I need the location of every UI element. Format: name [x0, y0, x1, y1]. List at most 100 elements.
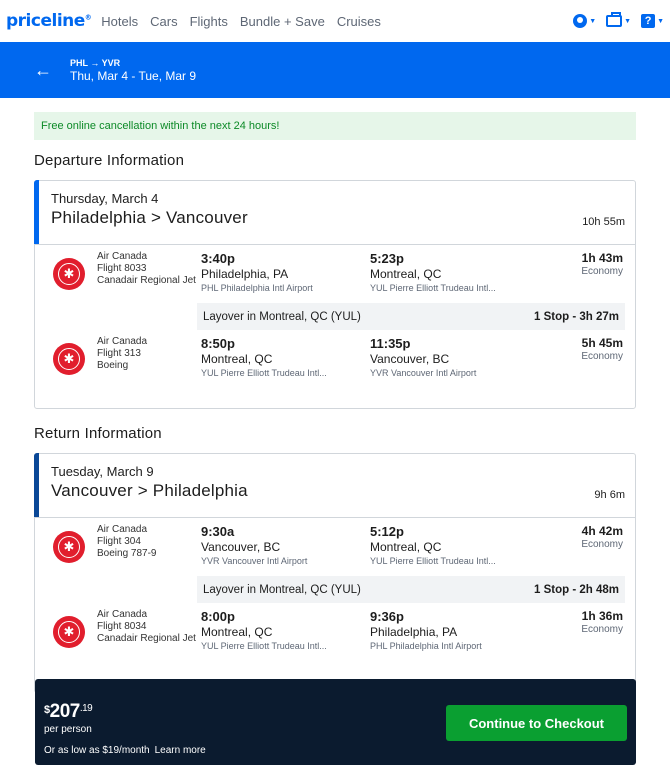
- segment-arrival: 11:35p Vancouver, BC YVR Vancouver Intl …: [370, 336, 476, 378]
- cabin-class: Economy: [581, 351, 623, 362]
- top-nav: priceline® Hotels Cars Flights Bundle + …: [0, 0, 670, 42]
- flight-segment: ✱ Air Canada Flight 313 Boeing 8:50p Mon…: [35, 330, 635, 400]
- flight-number: Flight 8033: [97, 263, 147, 274]
- departure-city: Montreal, QC: [201, 352, 273, 366]
- account-menu[interactable]: ▼: [573, 14, 596, 28]
- flight-segment: ✱ Air Canada Flight 8033 Canadair Region…: [35, 245, 635, 303]
- arrival-time: 5:12p: [370, 524, 404, 539]
- nav-right: ▼ ▼ ? ▼: [573, 12, 664, 28]
- airline-name: Air Canada: [97, 336, 148, 347]
- flight-segment: ✱ Air Canada Flight 304 Boeing 787-9 9:3…: [35, 518, 635, 576]
- arrival-city: Vancouver, BC: [370, 352, 450, 366]
- segment-duration: 1h 36m Economy: [581, 609, 623, 635]
- airline-name: Air Canada: [97, 251, 148, 262]
- cabin-class: Economy: [581, 624, 623, 635]
- nav-link-cruises[interactable]: Cruises: [337, 14, 381, 29]
- departure-title: Departure Information: [34, 152, 185, 169]
- chevron-down-icon: ▼: [589, 17, 597, 25]
- account-icon: [573, 14, 588, 28]
- departure-time: 8:50p: [201, 336, 235, 351]
- departure-cities: Philadelphia > Vancouver: [51, 208, 248, 227]
- briefcase-icon: [606, 12, 623, 27]
- return-title: Return Information: [34, 425, 162, 442]
- segment-duration-value: 1h 36m: [581, 609, 623, 623]
- return-total-duration: 9h 6m: [594, 489, 625, 501]
- segment-airline: Air Canada Flight 304 Boeing 787-9: [97, 524, 197, 560]
- nav-link-hotels[interactable]: Hotels: [101, 14, 138, 29]
- departure-airport: YVR Vancouver Intl Airport: [201, 556, 308, 566]
- back-arrow-icon[interactable]: ←: [34, 61, 52, 79]
- help-menu[interactable]: ? ▼: [641, 14, 664, 28]
- layover-stops: 1 Stop - 2h 48m: [534, 583, 619, 596]
- arrival-time: 9:36p: [370, 609, 404, 624]
- learn-more-link[interactable]: Learn more: [155, 745, 206, 756]
- segment-duration-value: 1h 43m: [581, 251, 623, 265]
- arrival-airport: PHL Philadelphia Intl Airport: [370, 641, 482, 651]
- arrival-city: Philadelphia, PA: [370, 625, 458, 639]
- arrival-city: Montreal, QC: [370, 267, 442, 281]
- trip-header: ← PHL → YVR Thu, Mar 4 - Tue, Mar 9: [0, 42, 670, 98]
- segment-duration-value: 5h 45m: [581, 336, 623, 350]
- segment-duration: 4h 42m Economy: [581, 524, 623, 550]
- continue-to-checkout-button[interactable]: Continue to Checkout: [446, 705, 627, 741]
- aircraft-type: Canadair Regional Jet: [97, 633, 196, 644]
- chevron-down-icon: ▼: [624, 17, 632, 25]
- airline-name: Air Canada: [97, 524, 148, 535]
- segment-departure: 3:40p Philadelphia, PA PHL Philadelphia …: [201, 251, 313, 293]
- arrival-time: 11:35p: [370, 336, 411, 351]
- departure-card: Thursday, March 4 Philadelphia > Vancouv…: [34, 180, 636, 409]
- segment-departure: 8:00p Montreal, QC YUL Pierre Elliott Tr…: [201, 609, 327, 651]
- checkout-bar: $207.19 per person Or as low as $19/mont…: [35, 679, 636, 765]
- price-whole: 207: [49, 701, 81, 722]
- air-canada-logo-icon: ✱: [53, 616, 85, 648]
- arrival-airport: YUL Pierre Elliott Trudeau Intl...: [370, 556, 496, 566]
- departure-city: Montreal, QC: [201, 625, 273, 639]
- segment-duration: 5h 45m Economy: [581, 336, 623, 362]
- per-person-label: per person: [44, 724, 92, 735]
- layover-text: Layover in Montreal, QC (YUL): [203, 583, 361, 596]
- nav-link-cars[interactable]: Cars: [150, 14, 177, 29]
- segment-airline: Air Canada Flight 313 Boeing: [97, 336, 197, 372]
- trip-dates: Thu, Mar 4 - Tue, Mar 9: [70, 68, 197, 83]
- flight-number: Flight 304: [97, 536, 141, 547]
- help-icon: ?: [641, 14, 656, 28]
- route-label: PHL → YVR: [70, 57, 121, 68]
- flight-number: Flight 8034: [97, 621, 147, 632]
- departure-day: Thursday, March 4: [51, 191, 159, 206]
- nav-link-flights[interactable]: Flights: [190, 14, 228, 29]
- departure-header: Thursday, March 4 Philadelphia > Vancouv…: [34, 180, 635, 245]
- departure-time: 8:00p: [201, 609, 235, 624]
- departure-airport: YUL Pierre Elliott Trudeau Intl...: [201, 368, 327, 378]
- segment-arrival: 5:12p Montreal, QC YUL Pierre Elliott Tr…: [370, 524, 496, 566]
- segment-duration-value: 4h 42m: [581, 524, 623, 538]
- priceline-logo[interactable]: priceline®: [6, 11, 92, 31]
- departure-city: Philadelphia, PA: [201, 267, 289, 281]
- departure-city: Vancouver, BC: [201, 540, 281, 554]
- aircraft-type: Boeing: [97, 360, 129, 371]
- aircraft-type: Canadair Regional Jet: [97, 275, 196, 286]
- financing-text: Or as low as $19/month Learn more: [44, 745, 206, 756]
- flight-segment: ✱ Air Canada Flight 8034 Canadair Region…: [35, 603, 635, 683]
- cancellation-notice: Free online cancellation within the next…: [34, 112, 636, 140]
- departure-airport: PHL Philadelphia Intl Airport: [201, 283, 313, 293]
- currency-symbol: $: [44, 704, 50, 716]
- air-canada-logo-icon: ✱: [53, 258, 85, 290]
- layover-bar: Layover in Montreal, QC (YUL) 1 Stop - 2…: [197, 576, 625, 603]
- air-canada-logo-icon: ✱: [53, 343, 85, 375]
- segment-airline: Air Canada Flight 8033 Canadair Regional…: [97, 251, 197, 287]
- departure-total-duration: 10h 55m: [582, 216, 625, 228]
- return-cities: Vancouver > Philadelphia: [51, 481, 248, 500]
- return-day: Tuesday, March 9: [51, 464, 154, 479]
- total-price: $207.19: [44, 701, 93, 723]
- segment-departure: 9:30a Vancouver, BC YVR Vancouver Intl A…: [201, 524, 307, 566]
- segment-duration: 1h 43m Economy: [581, 251, 623, 277]
- arrival-time: 5:23p: [370, 251, 404, 266]
- chevron-down-icon: ▼: [657, 17, 664, 25]
- trips-menu[interactable]: ▼: [606, 12, 632, 27]
- aircraft-type: Boeing 787-9: [97, 548, 157, 559]
- price-cents: .19: [79, 703, 93, 714]
- layover-text: Layover in Montreal, QC (YUL): [203, 310, 361, 323]
- segment-airline: Air Canada Flight 8034 Canadair Regional…: [97, 609, 197, 645]
- nav-link-bundle[interactable]: Bundle + Save: [240, 14, 325, 29]
- nav-links: Hotels Cars Flights Bundle + Save Cruise…: [101, 14, 393, 29]
